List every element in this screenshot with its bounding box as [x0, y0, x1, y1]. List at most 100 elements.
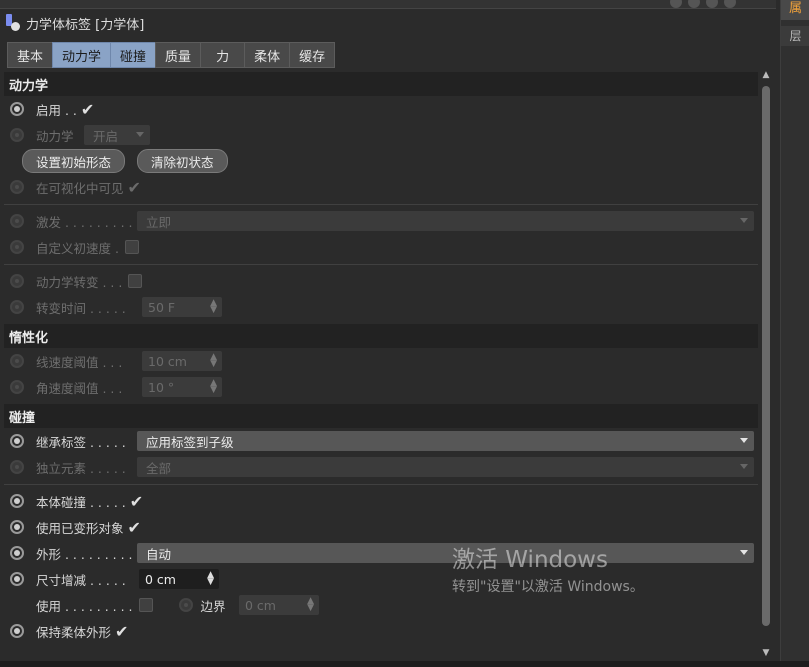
- dynamic-label: 动力学: [36, 128, 74, 144]
- trigger-label: 激发 . . . . . . . . .: [36, 214, 133, 230]
- dynamic-dropdown-value: 开启: [93, 128, 119, 144]
- spinner-arrows-icon[interactable]: ▲ ▼: [207, 571, 214, 587]
- animate-radio[interactable]: [10, 128, 24, 142]
- shape-dropdown[interactable]: 自动: [137, 543, 754, 563]
- transition-time-value: 50 F: [148, 299, 176, 315]
- spinner-arrows-icon[interactable]: ▲ ▼: [210, 299, 217, 315]
- animate-radio[interactable]: [10, 274, 24, 288]
- toolbar-icon[interactable]: [724, 0, 736, 8]
- side-tab-attributes[interactable]: 属: [781, 0, 809, 20]
- animate-radio[interactable]: [10, 214, 24, 228]
- visible-checkbox[interactable]: ✔: [128, 178, 141, 197]
- tab-soft-body[interactable]: 柔体: [244, 42, 291, 68]
- angular-threshold-row: 角速度阈值 . . . 10 ° ▲ ▼: [4, 374, 758, 400]
- rigid-body-tag-icon: [4, 14, 20, 32]
- visible-row: 在可视化中可见 ✔: [4, 174, 758, 200]
- scroll-down-arrow-icon[interactable]: ▼: [761, 648, 771, 660]
- self-collision-row: 本体碰撞 . . . . . ✔: [4, 488, 758, 514]
- trigger-dropdown[interactable]: 立即: [137, 211, 754, 231]
- tab-mass[interactable]: 质量: [155, 42, 202, 68]
- side-tab-layers[interactable]: 层: [781, 26, 809, 46]
- use-label: 使用 . . . . . . . . .: [36, 598, 133, 614]
- initial-state-buttons-row: 设置初始形态 清除初状态: [4, 148, 758, 174]
- self-collision-label: 本体碰撞 . . . . .: [36, 494, 126, 510]
- individual-elements-dropdown[interactable]: 全部: [137, 457, 754, 477]
- enabled-label: 启用 . .: [36, 102, 77, 118]
- size-increment-field[interactable]: 0 cm ▲ ▼: [139, 569, 219, 589]
- scrollbar-thumb[interactable]: [762, 86, 770, 626]
- linear-threshold-field[interactable]: 10 cm ▲ ▼: [142, 351, 222, 371]
- shape-label: 外形 . . . . . . . . .: [36, 546, 133, 562]
- spinner-arrows-icon[interactable]: ▲ ▼: [210, 353, 217, 369]
- chevron-down-icon: [740, 550, 748, 555]
- inherit-tag-row: 继承标签 . . . . . 应用标签到子级: [4, 428, 758, 454]
- set-initial-state-button[interactable]: 设置初始形态: [22, 149, 126, 173]
- animate-radio[interactable]: [10, 380, 24, 394]
- tab-collision[interactable]: 碰撞: [110, 42, 157, 68]
- dynamic-row: 动力学 开启: [4, 122, 758, 148]
- section-dynamics-header: 动力学: [4, 72, 758, 96]
- vertical-scrollbar[interactable]: ▲ ▼: [759, 70, 773, 660]
- transition-row: 动力学转变 . . .: [4, 268, 758, 294]
- dynamic-dropdown[interactable]: 开启: [84, 125, 150, 145]
- toolbar-icon[interactable]: [688, 0, 700, 8]
- spinner-arrows-icon[interactable]: ▲ ▼: [307, 597, 314, 613]
- individual-elements-label: 独立元素 . . . . .: [36, 460, 126, 476]
- transition-time-field[interactable]: 50 F ▲ ▼: [142, 297, 222, 317]
- trigger-row: 激发 . . . . . . . . . 立即: [4, 208, 758, 234]
- inherit-tag-dropdown[interactable]: 应用标签到子级: [137, 431, 754, 451]
- chevron-down-icon: [136, 132, 144, 137]
- use-margin-row: 使用 . . . . . . . . . 边界 0 cm ▲ ▼: [4, 592, 758, 618]
- scroll-up-arrow-icon[interactable]: ▲: [761, 70, 771, 82]
- tab-basic[interactable]: 基本: [7, 42, 54, 68]
- use-checkbox[interactable]: [138, 598, 153, 612]
- enabled-checkbox[interactable]: ✔: [81, 100, 94, 119]
- tab-cache[interactable]: 缓存: [289, 42, 336, 68]
- angular-threshold-value: 10 °: [148, 379, 175, 395]
- chevron-down-icon: [740, 438, 748, 443]
- animate-radio[interactable]: [10, 102, 24, 116]
- angular-threshold-field[interactable]: 10 ° ▲ ▼: [142, 377, 222, 397]
- margin-label: 边界: [200, 598, 226, 614]
- custom-velocity-row: 自定义初速度 .: [4, 234, 758, 260]
- custom-velocity-checkbox[interactable]: [124, 240, 139, 254]
- keep-soft-shape-checkbox[interactable]: ✔: [115, 622, 128, 641]
- animate-radio[interactable]: [10, 624, 24, 638]
- spinner-arrows-icon[interactable]: ▲ ▼: [210, 379, 217, 395]
- linear-threshold-label: 线速度阈值 . . .: [36, 354, 123, 370]
- use-deformed-checkbox[interactable]: ✔: [128, 518, 141, 537]
- section-collision-header: 碰撞: [4, 404, 758, 428]
- angular-threshold-label: 角速度阈值 . . .: [36, 380, 123, 396]
- trigger-dropdown-value: 立即: [146, 214, 172, 230]
- transition-checkbox[interactable]: [128, 274, 143, 288]
- animate-radio[interactable]: [10, 494, 24, 508]
- self-collision-checkbox[interactable]: ✔: [130, 492, 143, 511]
- animate-radio[interactable]: [178, 598, 193, 612]
- chevron-down-icon: [740, 464, 748, 469]
- tab-dynamics[interactable]: 动力学: [52, 42, 112, 68]
- individual-elements-dropdown-value: 全部: [146, 460, 172, 476]
- linear-threshold-row: 线速度阈值 . . . 10 cm ▲ ▼: [4, 348, 758, 374]
- animate-radio[interactable]: [10, 300, 24, 314]
- animate-radio[interactable]: [10, 546, 24, 560]
- shape-dropdown-value: 自动: [146, 546, 172, 562]
- margin-field[interactable]: 0 cm ▲ ▼: [239, 595, 319, 615]
- chevron-down-icon: [740, 218, 748, 223]
- toolbar-icon[interactable]: [670, 0, 682, 8]
- individual-elements-row: 独立元素 . . . . . 全部: [4, 454, 758, 480]
- animate-radio[interactable]: [10, 240, 24, 254]
- animate-radio[interactable]: [10, 354, 24, 368]
- animate-radio[interactable]: [10, 180, 24, 194]
- keep-soft-shape-label: 保持柔体外形: [36, 624, 112, 640]
- transition-time-label: 转变时间 . . . . .: [36, 300, 126, 316]
- toolbar-icon[interactable]: [706, 0, 718, 8]
- divider: [4, 484, 758, 485]
- top-toolbar-strip: [0, 0, 776, 9]
- animate-radio[interactable]: [10, 434, 24, 448]
- animate-radio[interactable]: [10, 520, 24, 534]
- tab-force[interactable]: 力: [200, 42, 246, 68]
- animate-radio[interactable]: [10, 572, 24, 586]
- clear-initial-state-button[interactable]: 清除初状态: [137, 149, 228, 173]
- animate-radio[interactable]: [10, 460, 24, 474]
- attributes-panel: 动力学 启用 . . ✔ 动力学 开启 设置初始形态 清除初状态 在可视化中可见…: [4, 72, 758, 667]
